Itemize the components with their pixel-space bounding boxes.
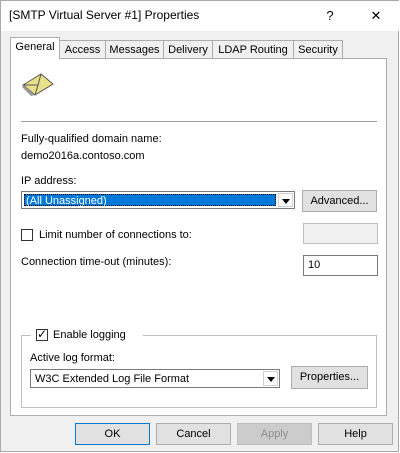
advanced-button[interactable]: Advanced... bbox=[302, 190, 377, 212]
properties-dialog: [SMTP Virtual Server #1] Properties ? ✕ … bbox=[0, 0, 399, 452]
ip-address-select[interactable]: (All Unassigned) bbox=[21, 191, 295, 209]
limit-connections-label: Limit number of connections to: bbox=[39, 229, 192, 241]
ip-address-value: (All Unassigned) bbox=[24, 194, 276, 207]
log-format-select[interactable]: W3C Extended Log File Format bbox=[30, 369, 280, 388]
limit-connections-input[interactable] bbox=[303, 223, 378, 244]
timeout-label: Connection time-out (minutes): bbox=[21, 256, 172, 268]
logging-group-header: Enable logging bbox=[31, 327, 143, 343]
tab-ldap-routing[interactable]: LDAP Routing bbox=[212, 40, 294, 58]
fqdn-value: demo2016a.contoso.com bbox=[21, 150, 145, 162]
title-bar: [SMTP Virtual Server #1] Properties ? ✕ bbox=[1, 1, 399, 31]
general-tab-panel: Fully-qualified domain name: demo2016a.c… bbox=[10, 58, 387, 416]
close-icon[interactable]: ✕ bbox=[356, 1, 396, 30]
smtp-envelope-icon bbox=[21, 71, 55, 100]
tab-delivery[interactable]: Delivery bbox=[163, 40, 213, 58]
log-format-value: W3C Extended Log File Format bbox=[35, 373, 190, 385]
ok-button[interactable]: OK bbox=[75, 423, 150, 445]
help-button[interactable]: Help bbox=[318, 423, 393, 445]
tab-access[interactable]: Access bbox=[59, 40, 106, 58]
window-title: [SMTP Virtual Server #1] Properties bbox=[9, 8, 200, 22]
timeout-input[interactable]: 10 bbox=[303, 255, 378, 276]
separator bbox=[21, 121, 377, 123]
log-properties-button[interactable]: Properties... bbox=[291, 366, 368, 389]
tab-security[interactable]: Security bbox=[293, 40, 343, 58]
apply-button[interactable]: Apply bbox=[237, 423, 312, 445]
enable-logging-label: Enable logging bbox=[53, 329, 126, 341]
help-icon[interactable]: ? bbox=[310, 1, 350, 30]
chevron-down-icon[interactable] bbox=[278, 193, 293, 207]
fqdn-label: Fully-qualified domain name: bbox=[21, 133, 162, 145]
ip-address-label: IP address: bbox=[21, 175, 77, 187]
enable-logging-checkbox[interactable] bbox=[36, 327, 48, 341]
chevron-down-icon[interactable] bbox=[263, 371, 278, 386]
tab-general[interactable]: General bbox=[10, 37, 60, 59]
limit-connections-checkbox[interactable] bbox=[21, 229, 33, 241]
tab-messages[interactable]: Messages bbox=[105, 40, 164, 58]
cancel-button[interactable]: Cancel bbox=[156, 423, 231, 445]
log-format-label: Active log format: bbox=[30, 352, 115, 364]
